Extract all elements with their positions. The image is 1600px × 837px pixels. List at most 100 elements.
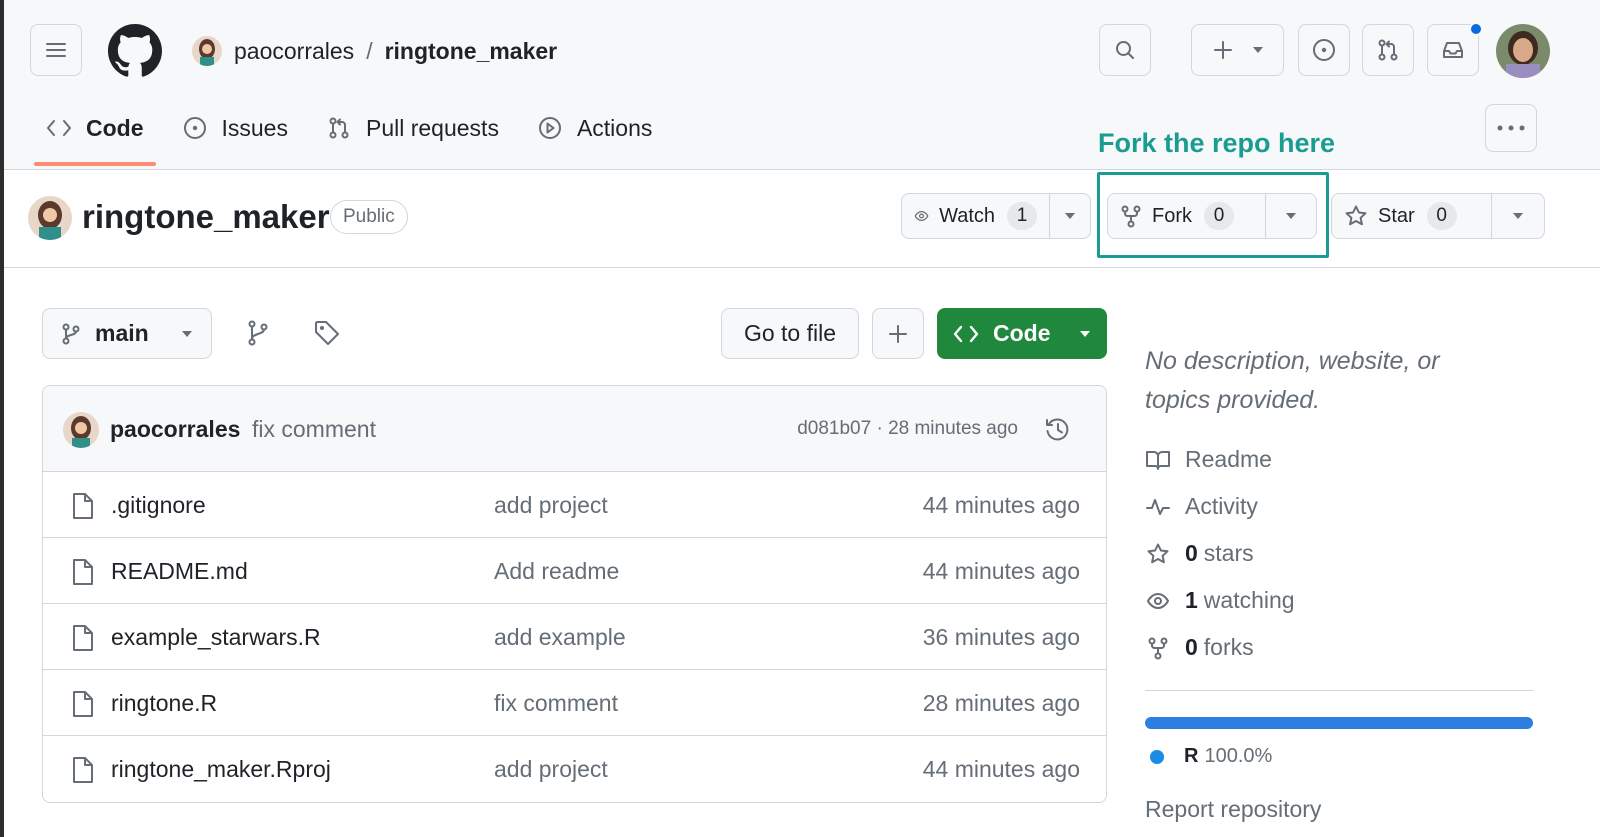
fork-annotation: Fork the repo here: [1098, 128, 1336, 158]
github-logo-icon[interactable]: [108, 24, 162, 78]
file-icon: [73, 559, 93, 585]
file-icon: [73, 625, 93, 651]
watch-button[interactable]: Watch 1: [901, 193, 1091, 239]
forks-label: forks: [1203, 634, 1254, 660]
breadcrumb-repo[interactable]: ringtone_maker: [385, 38, 558, 65]
repo-owner-avatar[interactable]: [28, 196, 72, 240]
more-options-button[interactable]: [1485, 104, 1537, 152]
triangle-down-icon: [1513, 213, 1523, 219]
file-row[interactable]: README.md Add readme 44 minutes ago: [43, 538, 1106, 604]
kebab-horizontal-icon: [1497, 125, 1525, 131]
search-button[interactable]: [1099, 24, 1151, 76]
git-pull-request-icon: [1378, 39, 1398, 61]
file-commit-message[interactable]: add example: [494, 624, 626, 651]
stars-link[interactable]: 0 stars: [1145, 540, 1254, 567]
tab-pull-requests[interactable]: Pull requests: [314, 104, 511, 152]
activity-link[interactable]: Activity: [1145, 493, 1258, 520]
owner-avatar[interactable]: [192, 36, 222, 66]
add-file-button[interactable]: [872, 308, 924, 359]
watch-label: Watch: [939, 204, 995, 227]
triangle-down-icon: [1065, 213, 1075, 219]
star-button[interactable]: Star 0: [1331, 193, 1545, 239]
triangle-down-icon: [1080, 330, 1090, 337]
file-commit-time: 44 minutes ago: [922, 756, 1080, 782]
fork-highlight-box: [1097, 172, 1329, 258]
tab-actions-label: Actions: [576, 114, 653, 141]
hamburger-icon: [46, 43, 66, 57]
forks-count: 0: [1185, 634, 1198, 660]
readme-link[interactable]: Readme: [1145, 446, 1272, 473]
file-row[interactable]: ringtone_maker.Rproj add project 44 minu…: [43, 736, 1106, 802]
tab-actions[interactable]: Actions: [525, 104, 664, 152]
eye-icon: [914, 210, 929, 222]
stars-label: stars: [1203, 540, 1254, 566]
tag-icon: [315, 321, 339, 345]
star-icon: [1345, 205, 1367, 226]
file-row[interactable]: .gitignore add project 44 minutes ago: [43, 472, 1106, 538]
report-repository-link[interactable]: Report repository: [1145, 796, 1321, 823]
search-icon: [1116, 41, 1134, 59]
plus-icon: [889, 324, 907, 343]
commit-history-button[interactable]: [1044, 416, 1072, 444]
watch-dropdown[interactable]: [1050, 194, 1090, 238]
code-icon: [47, 120, 71, 136]
watchers-link[interactable]: 1 watching: [1145, 587, 1295, 614]
file-name[interactable]: ringtone_maker.Rproj: [111, 756, 331, 783]
watch-count: 1: [1007, 202, 1037, 230]
file-name[interactable]: README.md: [111, 558, 248, 585]
pulse-icon: [1146, 498, 1170, 515]
watching-label: watching: [1203, 587, 1295, 613]
tab-pull-requests-label: Pull requests: [365, 114, 499, 141]
git-branch-icon: [248, 320, 268, 346]
pull-requests-button[interactable]: [1362, 24, 1414, 76]
code-button-label: Code: [993, 320, 1051, 346]
forks-link[interactable]: 0 forks: [1145, 634, 1254, 661]
create-new-button[interactable]: [1191, 24, 1284, 76]
menu-button[interactable]: [30, 24, 82, 76]
file-name[interactable]: ringtone.R: [111, 690, 217, 717]
file-commit-message[interactable]: add project: [494, 756, 608, 783]
code-dropdown-button[interactable]: Code: [937, 308, 1107, 359]
tab-code[interactable]: Code: [34, 104, 156, 166]
sidebar-divider: [1145, 690, 1533, 691]
branch-name: main: [95, 320, 149, 346]
play-icon: [538, 117, 561, 139]
commit-author-avatar[interactable]: [63, 412, 99, 448]
branch-selector[interactable]: main: [42, 308, 212, 359]
repo-title-bar: ringtone_maker Public Watch 1 Fork 0 Sta…: [4, 170, 1600, 268]
latest-commit-bar: paocorrales fix comment d081b07 · 28 min…: [43, 386, 1106, 472]
git-pull-request-icon: [329, 117, 349, 139]
file-commit-message[interactable]: fix comment: [494, 690, 618, 717]
file-name[interactable]: .gitignore: [111, 492, 206, 519]
file-commit-message[interactable]: Add readme: [494, 558, 619, 585]
go-to-file-button[interactable]: Go to file: [721, 308, 859, 359]
file-row[interactable]: ringtone.R fix comment 28 minutes ago: [43, 670, 1106, 736]
git-branch-icon: [62, 323, 80, 344]
tab-issues[interactable]: Issues: [170, 104, 300, 152]
breadcrumb-owner[interactable]: paocorrales: [234, 38, 354, 65]
star-main[interactable]: Star 0: [1332, 194, 1492, 238]
file-commit-time: 36 minutes ago: [922, 624, 1080, 650]
user-avatar[interactable]: [1496, 24, 1550, 78]
file-row[interactable]: example_starwars.R add example 36 minute…: [43, 604, 1106, 670]
file-browser: paocorrales fix comment d081b07 · 28 min…: [42, 385, 1107, 803]
commit-author[interactable]: paocorrales: [110, 416, 240, 443]
commit-message[interactable]: fix comment: [252, 416, 376, 443]
repo-name[interactable]: ringtone_maker: [82, 198, 330, 236]
star-label: Star: [1378, 204, 1415, 227]
language-bar: [1145, 717, 1533, 729]
branches-link[interactable]: [246, 318, 270, 348]
watch-main[interactable]: Watch 1: [902, 194, 1050, 238]
language-percent: 100.0%: [1204, 745, 1273, 767]
star-dropdown[interactable]: [1492, 194, 1544, 238]
language-entry[interactable]: R 100.0%: [1150, 745, 1272, 768]
repo-forked-icon: [1148, 637, 1168, 659]
commit-meta[interactable]: d081b07 · 28 minutes ago: [797, 418, 1018, 440]
file-commit-message[interactable]: add project: [494, 492, 608, 519]
issues-button[interactable]: [1298, 24, 1350, 76]
triangle-down-icon: [1252, 47, 1263, 53]
file-icon: [73, 493, 93, 519]
code-icon: [953, 325, 979, 342]
tags-link[interactable]: [313, 318, 341, 348]
file-name[interactable]: example_starwars.R: [111, 624, 321, 651]
